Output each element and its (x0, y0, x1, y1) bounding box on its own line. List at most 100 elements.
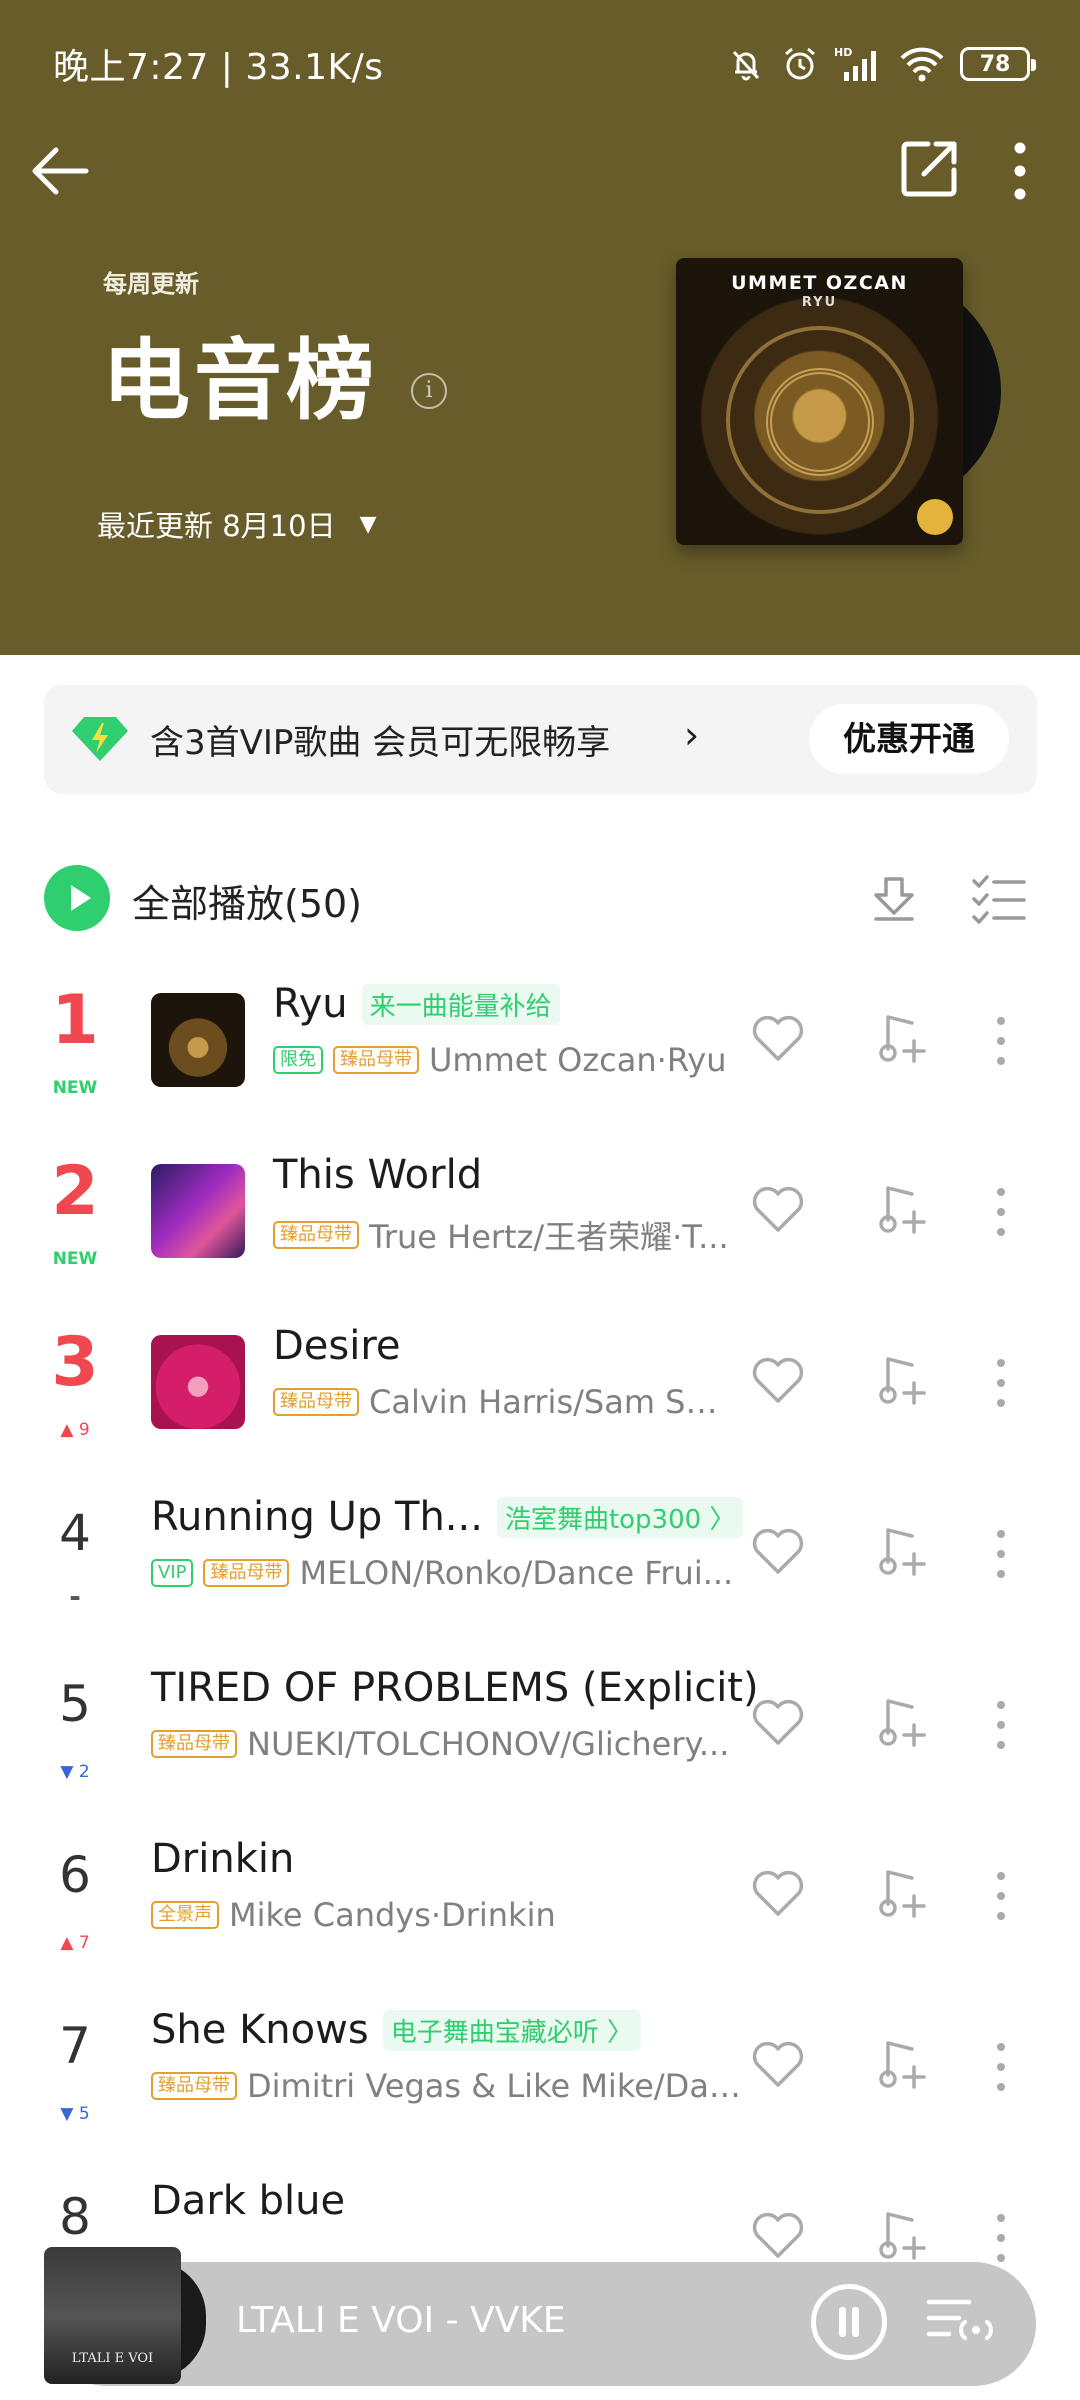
song-meta: 臻品母带 Dimitri Vegas & Like Mike/Dav... (151, 2067, 745, 2105)
cover-ring-inner (766, 368, 874, 476)
song-rank: 2 (51, 1152, 99, 1231)
song-info: Desire 臻品母带 Calvin Harris/Sam Smi... (273, 1323, 745, 1453)
like-heart-icon[interactable] (751, 1357, 805, 1405)
like-heart-icon[interactable] (751, 2212, 805, 2260)
multi-select-icon[interactable] (972, 873, 1026, 925)
vip-subscribe-button[interactable]: 优惠开通 (809, 704, 1009, 774)
like-heart-icon[interactable] (751, 1870, 805, 1918)
playlist-icon[interactable] (925, 2294, 995, 2350)
song-title-row: Desire (273, 1323, 745, 1369)
song-quality-tag: VIP (151, 1559, 194, 1587)
share-icon[interactable] (898, 138, 960, 200)
rank-change: ▼ 5 (60, 2104, 90, 2124)
update-date-selector[interactable]: 最近更新 8月10日 ▼ (97, 503, 377, 545)
rank-change: - (69, 1580, 81, 1613)
song-quality-tag: 臻品母带 (273, 1388, 359, 1416)
song-quality-tag: 臻品母带 (151, 2072, 237, 2100)
song-rank: 4 (59, 1504, 91, 1562)
chevron-right-icon: › (684, 713, 700, 757)
more-vertical-icon[interactable] (1000, 138, 1040, 204)
song-thumbnail (151, 1335, 245, 1429)
song-title: Desire (273, 1323, 401, 1369)
status-bar: 晚上7:27 | 33.1K/s HD 78 (0, 0, 1080, 130)
song-row[interactable]: 4 - Running Up Th... 浩室舞曲top300 〉 VIP 臻品母带 MEL… (0, 1468, 1080, 1639)
song-quality-tag: 全景声 (151, 1901, 219, 1929)
song-list: 1 NEW Ryu 来一曲能量补给 限免 臻品母带 Ummet Ozcan·Ryu 2 NEW T… (0, 955, 1080, 2323)
song-more-icon[interactable] (990, 1528, 1012, 1580)
alarm-icon (785, 47, 815, 80)
song-title-tag[interactable]: 浩室舞曲top300 〉 (496, 1496, 744, 1538)
song-info: TIRED OF PROBLEMS (Explicit) 臻品母带 NUEKI/TO… (151, 1665, 759, 1795)
song-more-icon[interactable] (990, 1015, 1012, 1067)
add-to-playlist-icon[interactable] (878, 2039, 926, 2091)
add-to-playlist-icon[interactable] (878, 1697, 926, 1749)
song-rank: 7 (59, 2017, 91, 2075)
now-playing-title[interactable]: LTALI E VOI - VVKE (236, 2300, 566, 2341)
mini-player-cover[interactable]: LTALI E VOI (44, 2247, 181, 2384)
song-more-icon[interactable] (990, 1870, 1012, 1922)
song-title: TIRED OF PROBLEMS (Explicit) (151, 1665, 759, 1711)
like-heart-icon[interactable] (751, 1528, 805, 1576)
label-logo-icon (917, 499, 953, 535)
hd-signal-icon: HD (834, 46, 876, 81)
song-title-row: This World (273, 1152, 745, 1198)
song-title: Ryu (273, 981, 348, 1027)
play-all-icon[interactable] (44, 865, 110, 931)
song-info: This World 臻品母带 True Hertz/王者荣耀·T... (273, 1152, 745, 1282)
add-to-playlist-icon[interactable] (878, 1868, 926, 1920)
info-icon[interactable]: i (411, 373, 447, 409)
song-info: She Knows 电子舞曲宝藏必听 〉臻品母带 Dimitri Vegas & L… (151, 2007, 745, 2137)
like-heart-icon[interactable] (751, 1186, 805, 1234)
song-row[interactable]: 7 ▼ 5 She Knows 电子舞曲宝藏必听 〉臻品母带 Dimitri Vegas… (0, 1981, 1080, 2152)
song-more-icon[interactable] (990, 1186, 1012, 1238)
add-to-playlist-icon[interactable] (878, 1526, 926, 1578)
song-quality-tag: 臻品母带 (151, 1730, 237, 1758)
song-more-icon[interactable] (990, 1699, 1012, 1751)
play-all-button[interactable]: 全部播放(50) (132, 873, 362, 928)
add-to-playlist-icon[interactable] (878, 1013, 926, 1065)
song-row[interactable]: 6 ▲ 7 Drinkin 全景声 Mike Candys·Drinkin (0, 1810, 1080, 1981)
song-quality-tag: 臻品母带 (333, 1046, 419, 1074)
song-rank: 6 (59, 1846, 91, 1904)
song-title-tag[interactable]: 电子舞曲宝藏必听 〉 (382, 2009, 641, 2051)
update-date-label: 最近更新 8月10日 (97, 509, 336, 543)
song-more-icon[interactable] (990, 2212, 1012, 2264)
song-meta: 全景声 Mike Candys·Drinkin (151, 1896, 745, 1934)
song-title-row: She Knows 电子舞曲宝藏必听 〉 (151, 2007, 745, 2053)
wifi-icon (900, 47, 944, 82)
song-meta: 臻品母带 True Hertz/王者荣耀·T... (273, 1212, 745, 1258)
song-info: Running Up Th... 浩室舞曲top300 〉 VIP 臻品母带 MELON… (151, 1494, 745, 1624)
add-to-playlist-icon[interactable] (878, 1184, 926, 1236)
like-heart-icon[interactable] (751, 1699, 805, 1747)
song-title: Running Up Th... (151, 1494, 483, 1540)
song-info: Ryu 来一曲能量补给 限免 臻品母带 Ummet Ozcan·Ryu (273, 981, 745, 1111)
pause-button[interactable] (811, 2284, 887, 2360)
song-title-row: Ryu 来一曲能量补给 (273, 981, 745, 1027)
song-row[interactable]: 5 ▼ 2 TIRED OF PROBLEMS (Explicit) 臻品母带 NUEK… (0, 1639, 1080, 1810)
song-more-icon[interactable] (990, 1357, 1012, 1409)
vip-banner[interactable]: 含3首VIP歌曲 会员可无限畅享 › 优惠开通 (44, 685, 1037, 794)
chart-header: 晚上7:27 | 33.1K/s HD 78 每周更新 电音榜 i 最近更新 8… (0, 0, 1080, 655)
song-row[interactable]: 1 NEW Ryu 来一曲能量补给 限免 臻品母带 Ummet Ozcan·Ryu (0, 955, 1080, 1126)
song-title: This World (273, 1152, 483, 1198)
song-row[interactable]: 2 NEW This World 臻品母带 True Hertz/王者荣耀·T... (0, 1126, 1080, 1297)
song-rank: 3 (51, 1323, 99, 1402)
play-all-row: 全部播放(50) (0, 855, 1080, 945)
song-row[interactable]: 3 ▲ 9 Desire 臻品母带 Calvin Harris/Sam Smi... (0, 1297, 1080, 1468)
rank-change: NEW (52, 1249, 98, 1269)
like-heart-icon[interactable] (751, 1015, 805, 1063)
song-artists: MELON/Ronko/Dance Frui... (299, 1554, 734, 1592)
song-quality-tag: 臻品母带 (203, 1559, 290, 1587)
add-to-playlist-icon[interactable] (878, 1355, 926, 1407)
rank-change: NEW (52, 1078, 98, 1098)
like-heart-icon[interactable] (751, 2041, 805, 2089)
song-title-tag[interactable]: 来一曲能量补给 (361, 983, 560, 1025)
chart-cover[interactable]: UMMET OZCAN RYU (676, 258, 1006, 548)
song-title: She Knows (151, 2007, 369, 2053)
vip-banner-text: 含3首VIP歌曲 会员可无限畅享 (150, 723, 611, 763)
add-to-playlist-icon[interactable] (878, 2210, 926, 2262)
download-icon[interactable] (868, 873, 920, 925)
rank-change: ▲ 9 (60, 1420, 90, 1440)
back-arrow-icon[interactable] (28, 138, 94, 204)
song-more-icon[interactable] (990, 2041, 1012, 2093)
